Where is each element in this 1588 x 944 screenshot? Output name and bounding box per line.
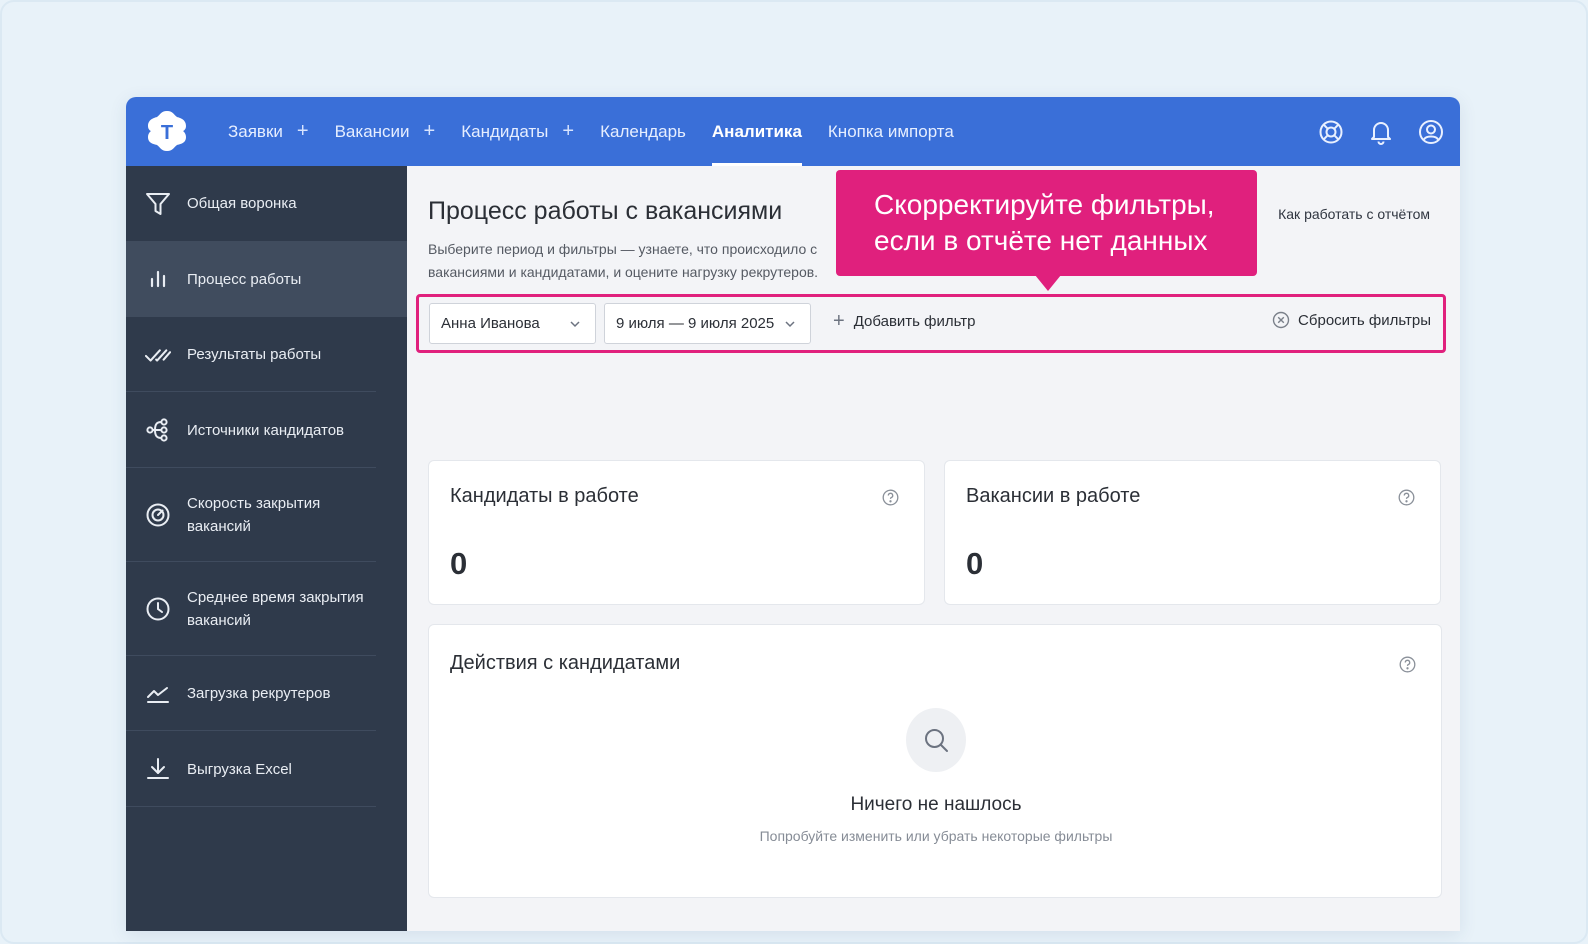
trend-icon <box>145 681 171 707</box>
help-link-label: Как работать с отчётом <box>1278 206 1430 222</box>
chevron-down-icon <box>570 321 580 328</box>
sidebar-item-label: Среднее время закрытия вакансий <box>187 589 364 629</box>
nav-item-label: Кандидаты <box>461 121 549 141</box>
sidebar-item-sources[interactable]: Источники кандидатов <box>126 392 407 468</box>
nav-item-candidates[interactable]: Кандидаты + <box>461 97 574 166</box>
nav-item-label: Кнопка импорта <box>827 121 954 141</box>
speedometer-icon <box>145 502 171 528</box>
reset-filters-label: Сбросить фильтры <box>1298 311 1431 329</box>
plus-icon: + <box>833 310 845 332</box>
app-window: T Заявки + Вакансии + Кандидаты + Календ… <box>126 97 1460 931</box>
page-title: Процесс работы с вакансиями <box>428 197 783 225</box>
help-link[interactable]: Как работать с отчётом <box>1278 206 1430 222</box>
download-icon <box>145 756 171 782</box>
add-vacancy-icon[interactable]: + <box>424 120 436 143</box>
nav-item-calendar[interactable]: Календарь <box>600 97 686 166</box>
sidebar-item-work-process[interactable]: Процесс работы <box>126 241 407 317</box>
sidebar-item-excel-export[interactable]: Выгрузка Excel <box>126 731 407 807</box>
divider <box>126 806 376 807</box>
user-icon[interactable] <box>1418 119 1444 145</box>
sidebar-item-label: Скорость закрытия вакансий <box>187 495 321 535</box>
sidebar-item-avg-closing-time[interactable]: Среднее время закрытия вакансий <box>126 562 407 656</box>
nav-item-label: Вакансии <box>334 121 410 141</box>
add-filter-button[interactable]: + Добавить фильтр <box>833 311 975 331</box>
card-value: 0 <box>450 546 468 581</box>
chevron-down-icon <box>785 321 795 328</box>
card-title: Действия с кандидатами <box>450 652 681 674</box>
app-logo[interactable]: T <box>146 109 188 153</box>
card-title: Вакансии в работе <box>966 485 1141 507</box>
reset-filters-button[interactable]: Сбросить фильтры <box>1272 311 1431 329</box>
sidebar-item-label: Источники кандидатов <box>187 421 345 439</box>
card-title: Кандидаты в работе <box>450 485 639 507</box>
nav-item-label: Заявки <box>228 121 283 141</box>
double-check-icon <box>145 342 171 368</box>
callout-line-1: Скорректируйте фильтры, <box>874 189 1215 220</box>
help-icon[interactable] <box>882 489 899 506</box>
page-description: Выберите период и фильтры — узнаете, что… <box>428 241 819 280</box>
empty-state-search-icon <box>906 708 966 772</box>
nav-item-vacancies[interactable]: Вакансии + <box>335 97 436 166</box>
add-filter-label: Добавить фильтр <box>853 312 976 330</box>
period-select[interactable]: 9 июля — 9 июля 2025 <box>604 303 811 344</box>
sidebar-item-label: Процесс работы <box>187 270 302 288</box>
nav-item-label: Аналитика <box>711 121 802 141</box>
sidebar-item-funnel[interactable]: Общая воронка <box>126 166 407 241</box>
sidebar-item-recruiter-load[interactable]: Загрузка рекрутеров <box>126 656 407 731</box>
period-select-value: 9 июля — 9 июля 2025 <box>616 315 775 332</box>
empty-state-subtitle: Попробуйте изменить или убрать некоторые… <box>759 828 1113 844</box>
add-candidate-icon[interactable]: + <box>562 120 574 143</box>
nav-item-analytics[interactable]: Аналитика <box>711 97 802 166</box>
nav-icons <box>1318 97 1444 166</box>
sidebar-item-label: Общая воронка <box>187 195 297 212</box>
recruiter-select[interactable]: Анна Иванова <box>429 303 596 344</box>
nav-item-label: Календарь <box>600 121 686 141</box>
empty-state-title: Ничего не нашлось <box>850 794 1022 815</box>
close-circle-icon <box>1272 311 1290 329</box>
clock-icon <box>145 596 171 622</box>
help-icon[interactable] <box>1398 489 1415 506</box>
callout-line-2: если в отчёте нет данных <box>874 225 1208 256</box>
candidate-actions-card: Действия с кандидатами Ничего не нашлось… <box>428 624 1442 898</box>
sidebar-item-label: Загрузка рекрутеров <box>187 685 331 702</box>
filter-bar: Анна Иванова 9 июля — 9 июля 2025 + Доба… <box>416 294 1446 353</box>
vacancies-in-work-card: Вакансии в работе 0 <box>944 460 1441 605</box>
tutorial-callout: Скорректируйте фильтры, если в отчёте не… <box>836 170 1257 276</box>
sidebar-item-results[interactable]: Результаты работы <box>126 317 407 392</box>
sidebar-item-closing-speed[interactable]: Скорость закрытия вакансий <box>126 468 407 562</box>
funnel-icon <box>145 191 171 217</box>
recruiter-select-value: Анна Иванова <box>441 315 540 332</box>
bar-chart-icon <box>145 266 171 292</box>
lifebuoy-icon[interactable] <box>1318 119 1344 145</box>
sidebar-item-label: Результаты работы <box>187 346 322 363</box>
svg-text:T: T <box>161 122 173 144</box>
nav-item-import[interactable]: Кнопка импорта <box>828 97 954 166</box>
add-request-icon[interactable]: + <box>297 120 309 143</box>
card-value: 0 <box>966 546 984 581</box>
top-nav: T Заявки + Вакансии + Кандидаты + Календ… <box>126 97 1460 166</box>
nav-item-requests[interactable]: Заявки + <box>228 97 309 166</box>
sidebar-item-label: Выгрузка Excel <box>187 760 292 778</box>
bell-icon[interactable] <box>1368 119 1394 145</box>
callout-pointer <box>1035 275 1061 291</box>
help-icon[interactable] <box>1399 656 1416 673</box>
sidebar: Общая воронка Процесс работы Результаты … <box>126 166 407 931</box>
main-content: Процесс работы с вакансиями Выберите пер… <box>407 166 1460 931</box>
candidates-in-work-card: Кандидаты в работе 0 <box>428 460 925 605</box>
nav-menu: Заявки + Вакансии + Кандидаты + Календар… <box>228 97 980 166</box>
sources-icon <box>145 417 171 443</box>
